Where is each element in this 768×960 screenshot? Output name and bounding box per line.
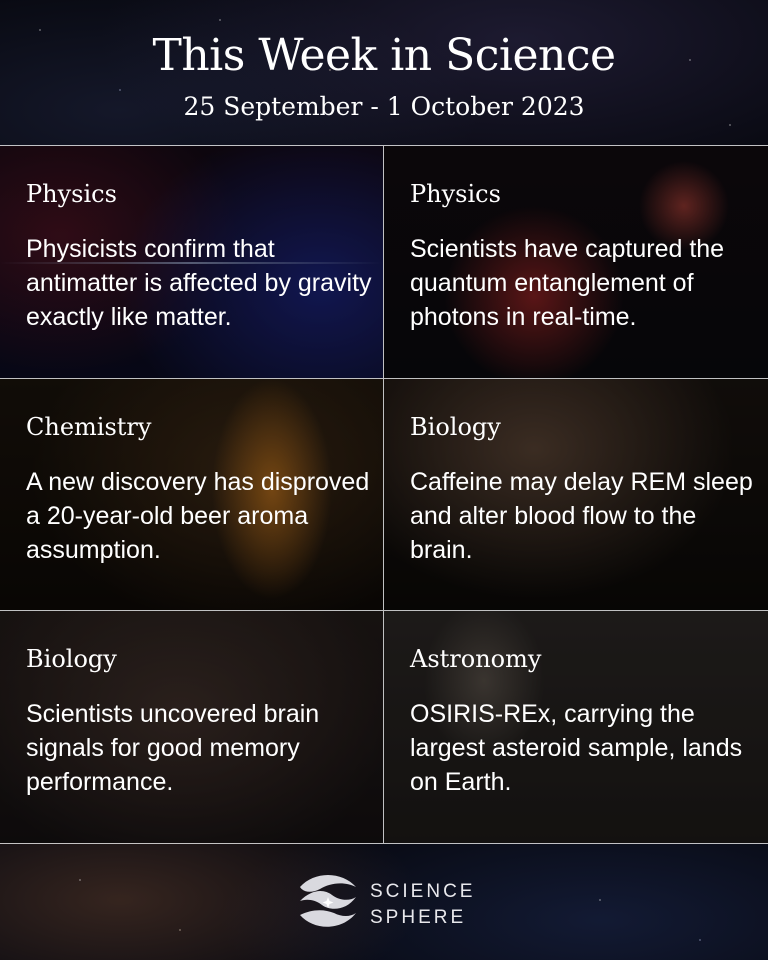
card-category: Astronomy xyxy=(410,645,542,673)
brand-logo: SCIENCE SPHERE xyxy=(294,867,494,937)
sphere-wave-logo-icon xyxy=(300,875,356,927)
card-category: Biology xyxy=(410,413,501,441)
page-title: This Week in Science xyxy=(152,30,617,81)
card-headline: Caffeine may delay REM sleep and alter b… xyxy=(410,468,753,564)
news-card-physics-antimatter[interactable]: Physics Physicists confirm that antimatt… xyxy=(0,146,384,379)
header: This Week in Science 25 September - 1 Oc… xyxy=(0,0,768,145)
brand-name-line1: SCIENCE xyxy=(370,881,476,902)
card-category: Physics xyxy=(410,180,501,208)
card-category: Chemistry xyxy=(26,413,152,441)
news-card-chemistry-beer[interactable]: Chemistry A new discovery has disproved … xyxy=(0,379,384,611)
news-card-astronomy-osiris[interactable]: Astronomy OSIRIS-REx, carrying the large… xyxy=(384,611,768,844)
card-headline: Scientists uncovered brain signals for g… xyxy=(26,700,320,796)
card-category: Physics xyxy=(26,180,117,208)
card-headline: OSIRIS-REx, carrying the largest asteroi… xyxy=(410,700,743,796)
card-headline: Physicists confirm that antimatter is af… xyxy=(26,235,372,331)
news-card-biology-caffeine[interactable]: Biology Caffeine may delay REM sleep and… xyxy=(384,379,768,611)
news-card-biology-memory[interactable]: Biology Scientists uncovered brain signa… xyxy=(0,611,384,844)
card-headline: A new discovery has disproved a 20-year-… xyxy=(26,468,370,564)
news-card-physics-entanglement[interactable]: Physics Scientists have captured the qua… xyxy=(384,146,768,379)
footer: SCIENCE SPHERE xyxy=(0,843,768,960)
brand-name-line2: SPHERE xyxy=(370,907,467,928)
date-range: 25 September - 1 October 2023 xyxy=(183,92,585,121)
card-category: Biology xyxy=(26,645,117,673)
news-grid: Physics Physicists confirm that antimatt… xyxy=(0,145,768,844)
card-headline: Scientists have captured the quantum ent… xyxy=(410,235,725,331)
